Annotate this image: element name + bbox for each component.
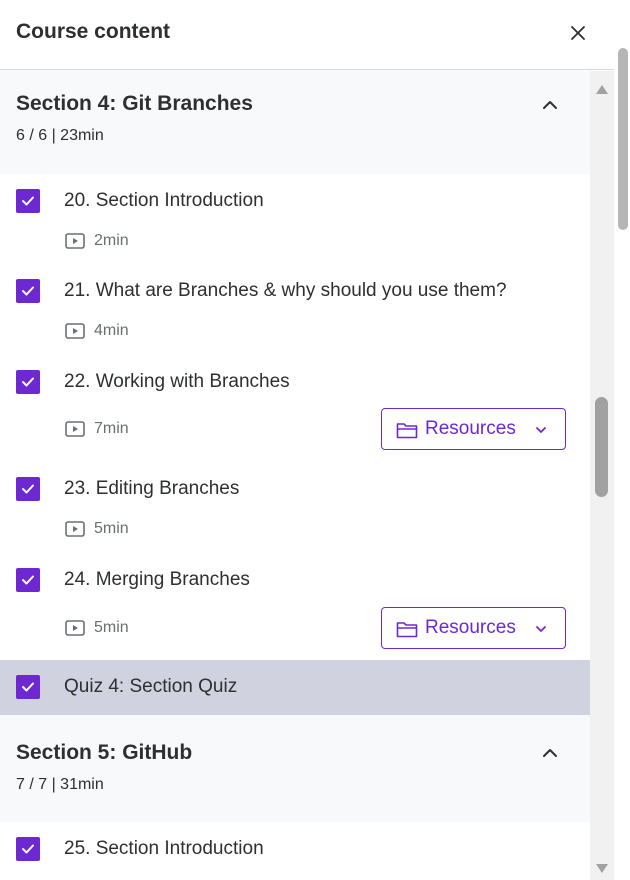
lecture-title[interactable]: 24. Merging Branches bbox=[64, 569, 250, 591]
section-progress: 7 / 7 | 31min bbox=[16, 776, 104, 793]
video-icon bbox=[65, 421, 85, 437]
curriculum-list: Section 4: Git Branches 6 / 6 | 23min 20… bbox=[0, 71, 590, 880]
checkmark-icon bbox=[22, 196, 34, 206]
lecture-item[interactable]: 25. Section Introduction bbox=[0, 822, 590, 880]
close-icon[interactable] bbox=[566, 21, 590, 45]
video-icon bbox=[65, 233, 85, 249]
completed-checkbox[interactable] bbox=[16, 675, 40, 699]
lecture-title[interactable]: 25. Section Introduction bbox=[64, 838, 264, 860]
panel-title: Course content bbox=[16, 20, 171, 43]
completed-checkbox[interactable] bbox=[16, 477, 40, 501]
lecture-item[interactable]: 20. Section Introduction 2min bbox=[0, 174, 590, 264]
video-icon bbox=[65, 521, 85, 537]
list-scrollbar[interactable] bbox=[590, 71, 614, 880]
section-title: Section 4: Git Branches bbox=[16, 92, 253, 115]
scroll-up-arrow-icon[interactable] bbox=[595, 83, 609, 95]
checkmark-icon bbox=[22, 377, 34, 387]
lecture-title[interactable]: 23. Editing Branches bbox=[64, 478, 239, 500]
lecture-duration: 7min bbox=[94, 420, 129, 437]
chevron-up-icon[interactable] bbox=[540, 95, 560, 115]
section-title: Section 5: GitHub bbox=[16, 741, 193, 764]
completed-checkbox[interactable] bbox=[16, 189, 40, 213]
lecture-item[interactable]: 23. Editing Branches 5min bbox=[0, 462, 590, 553]
video-icon bbox=[65, 323, 85, 339]
page-scroll-thumb[interactable] bbox=[618, 48, 628, 230]
page-scrollbar[interactable] bbox=[614, 0, 630, 880]
close-button[interactable] bbox=[566, 21, 590, 45]
resources-label: Resources bbox=[425, 617, 516, 638]
checkmark-icon bbox=[22, 844, 34, 854]
course-content-header: Course content bbox=[0, 0, 614, 70]
resources-button[interactable]: Resources bbox=[381, 607, 566, 649]
completed-checkbox[interactable] bbox=[16, 837, 40, 861]
lecture-duration: 4min bbox=[94, 322, 129, 339]
checkmark-icon bbox=[22, 575, 34, 585]
chevron-down-icon bbox=[536, 427, 546, 433]
scroll-down-arrow-icon[interactable] bbox=[595, 863, 609, 875]
checkmark-icon bbox=[22, 286, 34, 296]
checkmark-icon bbox=[22, 484, 34, 494]
lecture-duration: 2min bbox=[94, 232, 129, 249]
lecture-item[interactable]: 22. Working with Branches 7min Resources bbox=[0, 355, 590, 462]
lecture-title[interactable]: 22. Working with Branches bbox=[64, 371, 290, 393]
lecture-item[interactable]: 24. Merging Branches 5min Resources bbox=[0, 553, 590, 660]
lecture-duration: 5min bbox=[94, 619, 129, 636]
resources-button[interactable]: Resources bbox=[381, 408, 566, 450]
video-icon bbox=[65, 620, 85, 636]
lecture-duration: 5min bbox=[94, 520, 129, 537]
list-scroll-thumb[interactable] bbox=[595, 397, 608, 497]
section-progress: 6 / 6 | 23min bbox=[16, 127, 104, 144]
chevron-down-icon bbox=[536, 626, 546, 632]
completed-checkbox[interactable] bbox=[16, 279, 40, 303]
checkmark-icon bbox=[22, 682, 34, 692]
lecture-title[interactable]: 21. What are Branches & why should you u… bbox=[64, 280, 507, 302]
lecture-item[interactable]: 21. What are Branches & why should you u… bbox=[0, 264, 590, 355]
lecture-title[interactable]: 20. Section Introduction bbox=[64, 190, 264, 212]
chevron-up-icon[interactable] bbox=[540, 743, 560, 763]
folder-icon bbox=[396, 423, 418, 439]
completed-checkbox[interactable] bbox=[16, 370, 40, 394]
folder-icon bbox=[396, 622, 418, 638]
section-header-5[interactable]: Section 5: GitHub 7 / 7 | 31min bbox=[0, 715, 590, 822]
resources-label: Resources bbox=[425, 418, 516, 439]
quiz-item[interactable]: Quiz 4: Section Quiz bbox=[0, 660, 590, 715]
quiz-title[interactable]: Quiz 4: Section Quiz bbox=[64, 676, 237, 698]
section-5: Section 5: GitHub 7 / 7 | 31min 25. Sect… bbox=[0, 715, 590, 880]
completed-checkbox[interactable] bbox=[16, 568, 40, 592]
section-header-4[interactable]: Section 4: Git Branches 6 / 6 | 23min bbox=[0, 71, 590, 174]
